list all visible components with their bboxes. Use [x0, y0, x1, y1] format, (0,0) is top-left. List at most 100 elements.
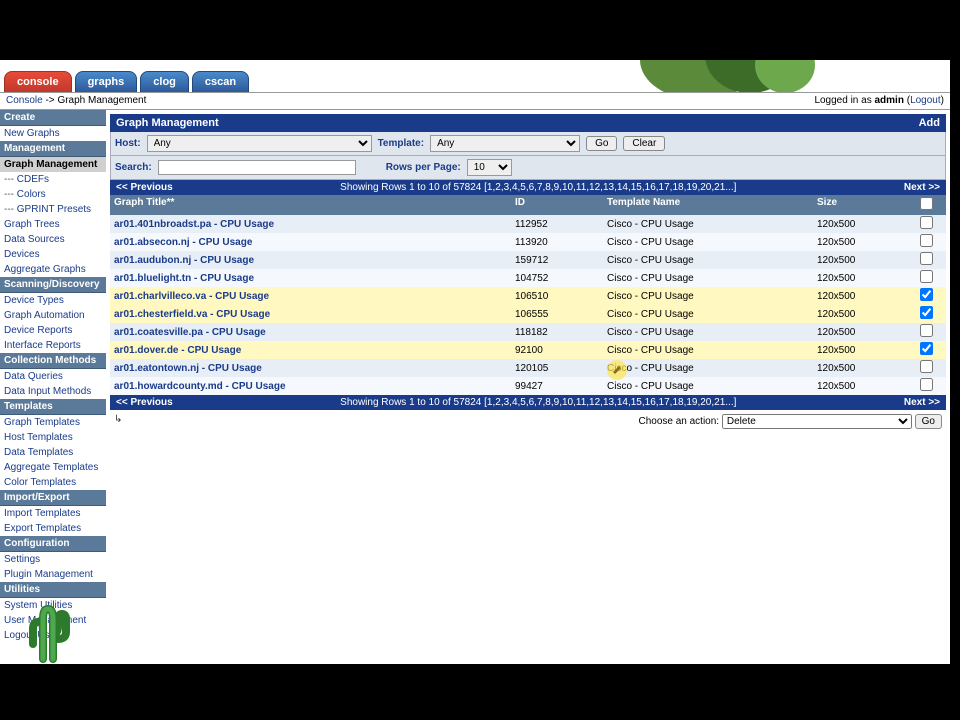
- cell-id: 159712: [515, 255, 607, 266]
- sidebar-plugin-management[interactable]: Plugin Management: [0, 567, 106, 582]
- cell-size: 120x500: [817, 363, 917, 374]
- cactus-logo: [18, 604, 73, 664]
- table-row[interactable]: ar01.chesterfield.va - CPU Usage106555Ci…: [110, 305, 946, 323]
- sidebar-export-templates[interactable]: Export Templates: [0, 521, 106, 536]
- next-page-bottom[interactable]: Next >>: [904, 397, 940, 408]
- search-label: Search:: [115, 162, 152, 173]
- row-checkbox[interactable]: [920, 216, 933, 229]
- cell-template: Cisco - CPU Usage: [607, 237, 817, 248]
- host-label: Host:: [115, 138, 141, 149]
- cell-id: 112952: [515, 219, 607, 230]
- graph-link[interactable]: ar01.absecon.nj - CPU Usage: [114, 237, 252, 248]
- graph-link[interactable]: ar01.audubon.nj - CPU Usage: [114, 255, 254, 266]
- sidebar-cdefs[interactable]: CDEFs: [0, 172, 106, 187]
- cell-size: 120x500: [817, 345, 917, 356]
- row-checkbox[interactable]: [920, 360, 933, 373]
- col-id[interactable]: ID: [515, 197, 607, 213]
- action-label: Choose an action:: [638, 416, 719, 427]
- select-all-checkbox[interactable]: [920, 197, 933, 210]
- col-title[interactable]: Graph Title**: [110, 197, 515, 213]
- row-checkbox[interactable]: [920, 378, 933, 391]
- sidebar-new-graphs[interactable]: New Graphs: [0, 126, 106, 141]
- prev-page[interactable]: << Previous: [116, 182, 173, 193]
- go-button[interactable]: Go: [586, 136, 617, 151]
- sidebar-data-sources[interactable]: Data Sources: [0, 232, 106, 247]
- action-select[interactable]: Delete: [722, 414, 912, 429]
- sidebar-aggregate-templates[interactable]: Aggregate Templates: [0, 460, 106, 475]
- add-link[interactable]: Add: [919, 117, 940, 129]
- tab-clog[interactable]: clog: [140, 71, 189, 92]
- graph-link[interactable]: ar01.chesterfield.va - CPU Usage: [114, 309, 270, 320]
- sidebar-device-reports[interactable]: Device Reports: [0, 323, 106, 338]
- table-row[interactable]: ar01.bluelight.tn - CPU Usage104752Cisco…: [110, 269, 946, 287]
- table-row[interactable]: ar01.howardcounty.md - CPU Usage99427Cis…: [110, 377, 946, 395]
- cell-template: Cisco - CPU Usage: [607, 363, 817, 374]
- cell-id: 106555: [515, 309, 607, 320]
- table-row[interactable]: ar01.dover.de - CPU Usage92100Cisco - CP…: [110, 341, 946, 359]
- row-checkbox[interactable]: [920, 270, 933, 283]
- sidebar-graph-management[interactable]: Graph Management: [0, 157, 106, 172]
- sidebar-graph-automation[interactable]: Graph Automation: [0, 308, 106, 323]
- sidebar-aggregate-graphs[interactable]: Aggregate Graphs: [0, 262, 106, 277]
- col-size[interactable]: Size: [817, 197, 917, 213]
- search-input[interactable]: [158, 160, 356, 175]
- graph-link[interactable]: ar01.howardcounty.md - CPU Usage: [114, 381, 286, 392]
- action-go-button[interactable]: Go: [915, 414, 942, 429]
- graph-link[interactable]: ar01.charlvilleco.va - CPU Usage: [114, 291, 269, 302]
- graph-link[interactable]: ar01.coatesville.pa - CPU Usage: [114, 327, 266, 338]
- row-checkbox[interactable]: [920, 288, 933, 301]
- table-row[interactable]: ar01.charlvilleco.va - CPU Usage106510Ci…: [110, 287, 946, 305]
- row-checkbox[interactable]: [920, 234, 933, 247]
- row-checkbox[interactable]: [920, 342, 933, 355]
- sidebar-host-templates[interactable]: Host Templates: [0, 430, 106, 445]
- template-select[interactable]: Any: [430, 135, 580, 152]
- logout-link[interactable]: Logout: [910, 95, 941, 106]
- sidebar-interface-reports[interactable]: Interface Reports: [0, 338, 106, 353]
- tab-graphs[interactable]: graphs: [75, 71, 138, 92]
- table-row[interactable]: ar01.401nbroadst.pa - CPU Usage112952Cis…: [110, 215, 946, 233]
- cell-size: 120x500: [817, 273, 917, 284]
- row-checkbox[interactable]: [920, 306, 933, 319]
- sidebar-settings[interactable]: Settings: [0, 552, 106, 567]
- table-row[interactable]: ar01.coatesville.pa - CPU Usage118182Cis…: [110, 323, 946, 341]
- sidebar-data-queries[interactable]: Data Queries: [0, 369, 106, 384]
- pager-top: << Previous Showing Rows 1 to 10 of 5782…: [110, 180, 946, 195]
- sidebar-data-templates[interactable]: Data Templates: [0, 445, 106, 460]
- table-row[interactable]: ar01.audubon.nj - CPU Usage159712Cisco -…: [110, 251, 946, 269]
- prev-page-bottom[interactable]: << Previous: [116, 397, 173, 408]
- sidebar-graph-trees[interactable]: Graph Trees: [0, 217, 106, 232]
- tab-cscan[interactable]: cscan: [192, 71, 249, 92]
- sidebar-color-templates[interactable]: Color Templates: [0, 475, 106, 490]
- rows-select[interactable]: 10: [467, 159, 512, 176]
- table-row[interactable]: ar01.absecon.nj - CPU Usage113920Cisco -…: [110, 233, 946, 251]
- graph-link[interactable]: ar01.eatontown.nj - CPU Usage: [114, 363, 262, 374]
- next-page[interactable]: Next >>: [904, 182, 940, 193]
- graph-link[interactable]: ar01.401nbroadst.pa - CPU Usage: [114, 219, 274, 230]
- cell-template: Cisco - CPU Usage: [607, 345, 817, 356]
- template-label: Template:: [378, 138, 425, 149]
- sidebar-graph-templates[interactable]: Graph Templates: [0, 415, 106, 430]
- row-checkbox[interactable]: [920, 252, 933, 265]
- table-row[interactable]: ar01.eatontown.nj - CPU Usage120105Cisco…: [110, 359, 946, 377]
- sidebar-import-templates[interactable]: Import Templates: [0, 506, 106, 521]
- sidebar-colors[interactable]: Colors: [0, 187, 106, 202]
- sidebar-data-input-methods[interactable]: Data Input Methods: [0, 384, 106, 399]
- sidebar-configuration: Configuration: [0, 536, 106, 552]
- clear-button[interactable]: Clear: [623, 136, 665, 151]
- tab-console[interactable]: console: [4, 71, 72, 92]
- col-template[interactable]: Template Name: [607, 197, 817, 213]
- graph-link[interactable]: ar01.bluelight.tn - CPU Usage: [114, 273, 254, 284]
- breadcrumb-root[interactable]: Console: [6, 95, 43, 106]
- host-select[interactable]: Any: [147, 135, 372, 152]
- action-row: ↳ Choose an action: Delete Go: [110, 410, 946, 433]
- row-checkbox[interactable]: [920, 324, 933, 337]
- cell-id: 118182: [515, 327, 607, 338]
- cactus-banner-art: [640, 60, 820, 92]
- login-status: Logged in as admin (Logout): [814, 95, 944, 107]
- col-select-all[interactable]: [917, 197, 935, 213]
- sidebar-gprint-presets[interactable]: GPRINT Presets: [0, 202, 106, 217]
- sidebar-devices[interactable]: Devices: [0, 247, 106, 262]
- breadcrumb: Console -> Graph Management: [6, 95, 146, 107]
- sidebar-device-types[interactable]: Device Types: [0, 293, 106, 308]
- graph-link[interactable]: ar01.dover.de - CPU Usage: [114, 345, 241, 356]
